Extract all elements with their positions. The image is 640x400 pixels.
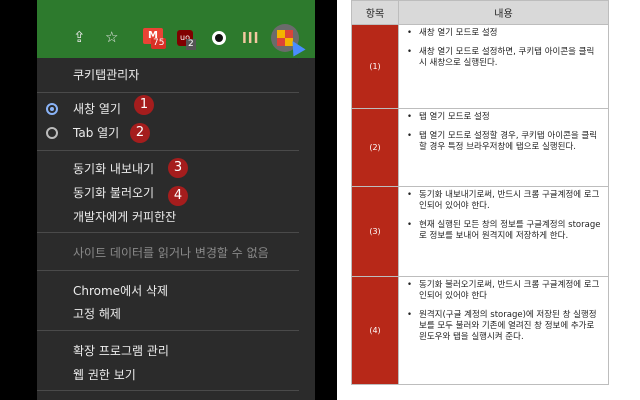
share-icon[interactable]: ⇪ — [73, 28, 86, 46]
site-data-notice: 사이트 데이터를 읽거나 변경할 수 없음 — [73, 246, 269, 260]
remove-from-chrome-item[interactable]: Chrome에서 삭제 — [73, 283, 168, 299]
annotation-badge-1: 1 — [134, 95, 154, 115]
logo-square-yellow — [277, 30, 285, 38]
screenshot-stage: ⇪ ☆ M 75 uo 2 lll 쿠키탭관리자 새창 열기 1 Tab 열기 — [0, 0, 640, 400]
menu-divider — [37, 92, 299, 93]
menu-divider — [37, 150, 299, 151]
open-new-window-radio[interactable] — [46, 103, 58, 115]
list-item: 동기화 내보내기로써, 반드시 크롬 구글계정에 로그인되어 있어야 한다. — [405, 190, 602, 212]
row-label: (2) — [351, 108, 399, 187]
extension-context-menu: 쿠키탭관리자 새창 열기 1 Tab 열기 2 동기화 내보내기 3 동기화 불… — [37, 58, 299, 400]
annotation-badge-2: 2 — [130, 123, 150, 143]
row-description: 동기화 불러오기로써, 반드시 크롬 구글계정에 로그인되어 있어야 한다 원격… — [398, 276, 609, 385]
logo-square-red-2 — [277, 38, 285, 46]
list-item: 새창 열기 모드로 설정 — [405, 28, 602, 39]
logo-square-red — [285, 30, 293, 38]
open-new-window-item[interactable]: 새창 열기 — [73, 101, 121, 117]
annotation-badge-4: 4 — [168, 186, 188, 206]
row-label: (4) — [351, 276, 399, 385]
row-description: 탭 열기 모드로 설정 탭 열기 모드로 설정할 경우, 쿠키탭 아이콘을 클릭… — [398, 108, 609, 187]
unpin-item[interactable]: 고정 해제 — [73, 306, 121, 322]
dot-extension-icon[interactable] — [212, 31, 226, 45]
manage-extensions-item[interactable]: 확장 프로그램 관리 — [73, 343, 169, 359]
import-sync-item[interactable]: 동기화 불러오기 — [73, 185, 154, 201]
menu-divider — [37, 270, 299, 271]
buy-coffee-item[interactable]: 개발자에게 커피한잔 — [73, 209, 176, 225]
table-header-row: 항목 내용 — [351, 0, 609, 25]
list-item: 탭 열기 모드로 설정할 경우, 쿠키탭 아이콘을 클릭할 경우 특정 브라우저… — [405, 131, 602, 153]
gmail-badge: 75 — [151, 38, 167, 49]
list-item: 동기화 불러오기로써, 반드시 크롬 구글계정에 로그인되어 있어야 한다 — [405, 280, 602, 302]
view-web-permissions-item[interactable]: 웹 권한 보기 — [73, 367, 136, 383]
list-item: 탭 열기 모드로 설정 — [405, 112, 602, 123]
table-row: (3) 동기화 내보내기로써, 반드시 크롬 구글계정에 로그인되어 있어야 한… — [351, 186, 609, 277]
list-item: 새창 열기 모드로 설정하면, 쿠키탭 아이콘을 클릭시 새창으로 실행된다. — [405, 47, 602, 69]
table-row: (4) 동기화 불러오기로써, 반드시 크롬 구글계정에 로그인되어 있어야 한… — [351, 276, 609, 385]
list-item: 원격지(구글 계정의 storage)에 저장된 창 실행정보를 모두 불러와 … — [405, 310, 602, 343]
open-tab-radio[interactable] — [46, 127, 58, 139]
row-description: 새창 열기 모드로 설정 새창 열기 모드로 설정하면, 쿠키탭 아이콘을 클릭… — [398, 24, 609, 109]
bars-extension-icon[interactable]: lll — [242, 31, 259, 47]
header-item: 항목 — [351, 0, 399, 25]
browser-toolbar: ⇪ ☆ M 75 uo 2 lll — [37, 0, 315, 58]
ublock-badge: 2 — [186, 39, 196, 50]
export-sync-item[interactable]: 동기화 내보내기 — [73, 161, 154, 177]
list-item: 현재 실행된 모든 창의 정보를 구글계정의 storage로 정보를 보내어 … — [405, 220, 602, 242]
annotation-badge-3: 3 — [168, 158, 188, 178]
table-row: (1) 새창 열기 모드로 설정 새창 열기 모드로 설정하면, 쿠키탭 아이콘… — [351, 24, 609, 109]
table-row: (2) 탭 열기 모드로 설정 탭 열기 모드로 설정할 경우, 쿠키탭 아이콘… — [351, 108, 609, 187]
document-panel: 항목 내용 (1) 새창 열기 모드로 설정 새창 열기 모드로 설정하면, 쿠… — [337, 0, 640, 400]
row-label: (1) — [351, 24, 399, 109]
header-content: 내용 — [398, 0, 609, 25]
browser-window: ⇪ ☆ M 75 uo 2 lll 쿠키탭관리자 새창 열기 1 Tab 열기 — [37, 0, 315, 400]
star-icon[interactable]: ☆ — [105, 28, 118, 46]
row-description: 동기화 내보내기로써, 반드시 크롬 구글계정에 로그인되어 있어야 한다. 현… — [398, 186, 609, 277]
menu-divider — [37, 232, 299, 233]
menu-title[interactable]: 쿠키탭관리자 — [73, 67, 139, 83]
feature-table: 항목 내용 (1) 새창 열기 모드로 설정 새창 열기 모드로 설정하면, 쿠… — [351, 0, 609, 385]
menu-divider — [37, 330, 299, 331]
open-tab-item[interactable]: Tab 열기 — [73, 125, 119, 141]
row-label: (3) — [351, 186, 399, 277]
menu-divider — [37, 390, 299, 391]
